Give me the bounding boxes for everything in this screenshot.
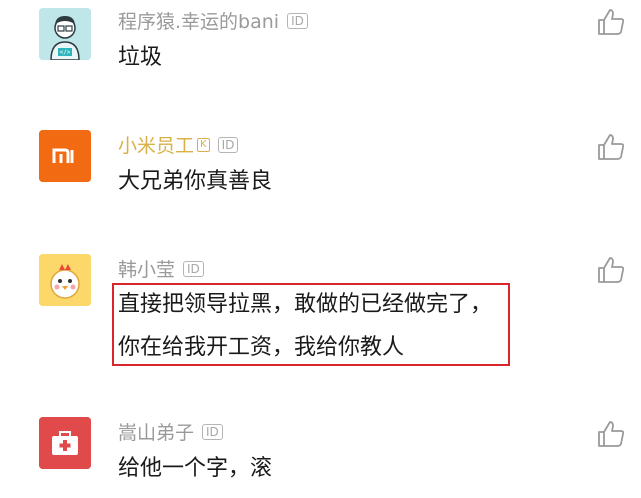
avatar-xiaomi[interactable]	[39, 130, 91, 182]
username-text[interactable]: 嵩山弟子	[118, 422, 194, 444]
xiaomi-logo-icon	[39, 130, 91, 182]
username-text[interactable]: 韩小莹	[118, 259, 175, 281]
username[interactable]: 韩小莹 ID	[118, 258, 204, 282]
avatar-chick[interactable]	[39, 254, 91, 306]
id-badge: ID	[287, 12, 308, 29]
thumbs-up-icon[interactable]	[596, 419, 626, 449]
username-text[interactable]: 程序猿.幸运的bani	[118, 11, 279, 33]
comment-text: 垃圾	[118, 45, 163, 70]
comment-text: 给他一个字，滚	[118, 456, 273, 481]
comment-text: 大兄弟你真善良	[118, 169, 273, 194]
chick-icon	[39, 254, 91, 306]
thumbs-up-icon[interactable]	[596, 7, 626, 37]
avatar-coder[interactable]: </>	[39, 8, 91, 60]
medical-kit-icon	[39, 417, 91, 469]
username-text[interactable]: 小米员工	[118, 135, 194, 157]
highlight-box	[112, 283, 510, 366]
id-badge: ID	[202, 423, 223, 440]
svg-text:</>: </>	[60, 49, 71, 56]
username[interactable]: 小米员工 K ID	[118, 134, 239, 158]
avatar-medical[interactable]	[39, 417, 91, 469]
employee-badge: K	[197, 137, 210, 152]
thumbs-up-icon[interactable]	[596, 255, 626, 285]
id-badge: ID	[217, 136, 239, 153]
username[interactable]: 嵩山弟子 ID	[118, 421, 223, 445]
thumbs-up-icon[interactable]	[596, 132, 626, 162]
username[interactable]: 程序猿.幸运的bani ID	[118, 10, 308, 34]
id-badge: ID	[183, 260, 204, 277]
coder-avatar-icon: </>	[39, 8, 91, 60]
